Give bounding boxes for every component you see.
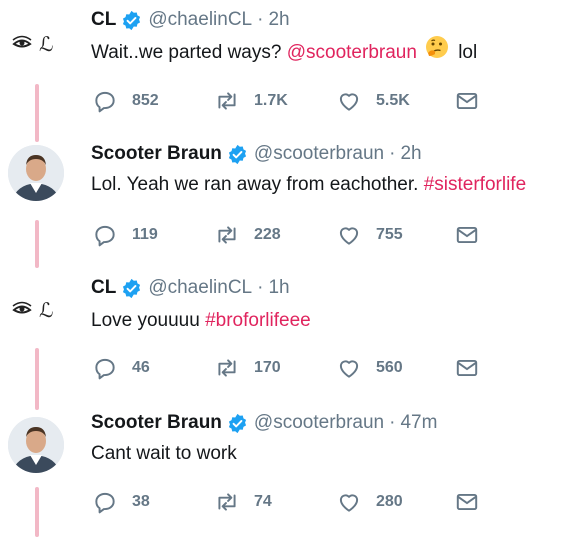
- author-name[interactable]: Scooter Braun: [91, 142, 222, 166]
- retweet-button[interactable]: 170: [214, 355, 281, 381]
- timestamp[interactable]: 1h: [268, 276, 289, 300]
- retweet-count: 228: [254, 226, 281, 243]
- retweet-icon: [218, 359, 236, 377]
- direct-message-button[interactable]: [454, 222, 480, 248]
- author-name[interactable]: CL: [91, 276, 116, 300]
- mention-link[interactable]: @scooterbraun: [287, 42, 417, 63]
- retweet-button[interactable]: 74: [214, 489, 272, 515]
- tweet-text: Lol. Yeah we ran away from eachother. #s…: [91, 174, 527, 195]
- reply-icon: [95, 358, 115, 380]
- author-handle[interactable]: @scooterbraun: [254, 411, 384, 435]
- avatar[interactable]: ℒ: [8, 16, 64, 72]
- reply-icon: [95, 492, 115, 514]
- like-button[interactable]: 755: [336, 222, 403, 248]
- retweet-count: 1.7K: [254, 92, 288, 109]
- mail-icon: [456, 92, 478, 110]
- tweet[interactable]: Scooter Braun @scooterbraun · 47m Cant w…: [0, 411, 571, 531]
- eye-logo-icon: ℒ: [12, 32, 53, 56]
- reply-icon: [95, 225, 115, 247]
- direct-message-button[interactable]: [454, 88, 480, 114]
- heart-icon: [339, 93, 359, 111]
- retweet-icon: [218, 226, 236, 244]
- reply-count: 852: [132, 92, 159, 109]
- direct-message-button[interactable]: [454, 355, 480, 381]
- tweet[interactable]: Scooter Braun @scooterbraun · 2h Lol. Ye…: [0, 142, 571, 252]
- separator-dot: ·: [257, 277, 264, 298]
- profile-photo-icon: [8, 417, 64, 473]
- like-button[interactable]: 560: [336, 355, 403, 381]
- separator-dot: ·: [257, 9, 264, 30]
- hashtag-link[interactable]: #sisterforlife: [424, 174, 526, 195]
- timestamp[interactable]: 47m: [400, 411, 437, 435]
- separator-dot: ·: [389, 412, 396, 433]
- retweet-button[interactable]: 228: [214, 222, 281, 248]
- separator-dot: ·: [389, 143, 396, 164]
- avatar[interactable]: [8, 145, 64, 201]
- tweet-text: Wait..we parted ways? @scooterbraun lol: [91, 36, 477, 67]
- retweet-button[interactable]: 1.7K: [214, 88, 288, 114]
- tweet[interactable]: ℒ CL @chaelinCL · 2h Wait..we parted way…: [0, 8, 571, 118]
- like-count: 755: [376, 226, 403, 243]
- verified-badge-icon: [228, 413, 246, 433]
- thinking-face-emoji: [425, 35, 449, 67]
- heart-icon: [339, 494, 359, 512]
- avatar[interactable]: [8, 417, 64, 473]
- avatar[interactable]: ℒ: [8, 282, 64, 338]
- reply-count: 119: [132, 226, 158, 243]
- verified-badge-icon: [123, 10, 141, 30]
- mail-icon: [456, 226, 478, 244]
- reply-count: 38: [132, 493, 150, 510]
- retweet-count: 170: [254, 359, 281, 376]
- tweet-text: Love youuuu #broforlifeee: [91, 310, 311, 331]
- profile-photo-icon: [8, 145, 64, 201]
- like-count: 560: [376, 359, 403, 376]
- svg-text:ℒ: ℒ: [39, 298, 53, 322]
- retweet-count: 74: [254, 493, 272, 510]
- reply-button[interactable]: 852: [92, 88, 159, 114]
- mail-icon: [456, 359, 478, 377]
- tweet[interactable]: ℒ CL @chaelinCL · 1h Love youuuu #brofor…: [0, 276, 571, 386]
- author-handle[interactable]: @chaelinCL: [148, 8, 252, 32]
- timestamp[interactable]: 2h: [268, 8, 289, 32]
- timestamp[interactable]: 2h: [400, 142, 421, 166]
- author-handle[interactable]: @scooterbraun: [254, 142, 384, 166]
- hashtag-link[interactable]: #broforlifeee: [205, 310, 311, 331]
- retweet-icon: [218, 493, 236, 511]
- reply-button[interactable]: 46: [92, 355, 150, 381]
- verified-badge-icon: [123, 278, 141, 298]
- svg-text:ℒ: ℒ: [39, 32, 53, 56]
- reply-button[interactable]: 38: [92, 489, 150, 515]
- retweet-icon: [218, 92, 236, 110]
- like-count: 280: [376, 493, 403, 510]
- like-button[interactable]: 5.5K: [336, 88, 410, 114]
- direct-message-button[interactable]: [454, 489, 480, 515]
- reply-count: 46: [132, 359, 150, 376]
- reply-button[interactable]: 119: [92, 222, 158, 248]
- eye-logo-icon: ℒ: [12, 298, 53, 322]
- heart-icon: [339, 227, 359, 245]
- mail-icon: [456, 493, 478, 511]
- reply-icon: [95, 91, 115, 113]
- like-count: 5.5K: [376, 92, 410, 109]
- author-name[interactable]: Scooter Braun: [91, 411, 222, 435]
- heart-icon: [339, 360, 359, 378]
- tweet-text: Cant wait to work: [91, 443, 237, 464]
- like-button[interactable]: 280: [336, 489, 403, 515]
- verified-badge-icon: [228, 144, 246, 164]
- author-name[interactable]: CL: [91, 8, 116, 32]
- author-handle[interactable]: @chaelinCL: [148, 276, 252, 300]
